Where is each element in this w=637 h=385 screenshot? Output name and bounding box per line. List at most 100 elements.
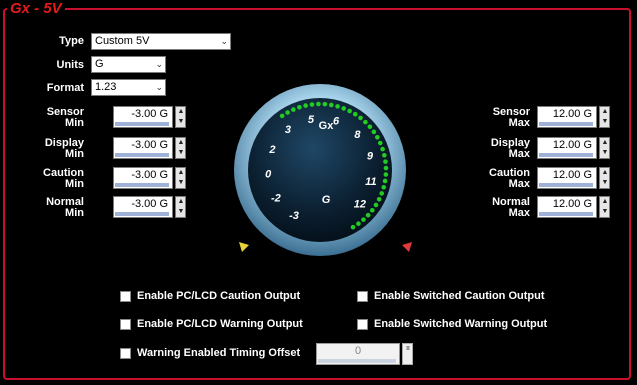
normal-min-label: Normal Min xyxy=(20,197,84,219)
gauge-led xyxy=(297,104,302,110)
gauge-led xyxy=(370,207,375,213)
arrow-up-icon[interactable]: ▲ xyxy=(177,107,185,117)
pc-lcd-caution-option[interactable]: Enable PC/LCD Caution Output xyxy=(120,290,300,302)
pc-lcd-warning-option[interactable]: Enable PC/LCD Warning Output xyxy=(120,318,303,330)
arrow-down-icon[interactable]: ▼ xyxy=(177,178,185,188)
normal-min-spin-buttons[interactable]: ▲ ▼ xyxy=(175,196,186,218)
gauge-led xyxy=(316,101,321,107)
arrow-up-icon[interactable]: ▲ xyxy=(601,197,609,207)
display-min-level-bar xyxy=(115,153,169,157)
units-label: Units xyxy=(56,59,85,71)
sensor-max-label-line2: Max xyxy=(508,117,530,129)
gauge-led xyxy=(382,178,388,184)
timing-offset-option[interactable]: Warning Enabled Timing Offset xyxy=(120,347,300,359)
gauge-led xyxy=(367,124,373,130)
gx-gauge: -3-20235 6891112 Gx G xyxy=(234,84,406,256)
units-dropdown[interactable]: G ⌄ xyxy=(91,56,166,73)
pc-lcd-caution-checkbox[interactable] xyxy=(120,290,131,302)
display-max-spinner[interactable]: 12.00 G ▲ ▼ xyxy=(537,137,610,159)
display-max-level-bar xyxy=(539,153,593,157)
arrow-down-icon[interactable]: ▼ xyxy=(601,178,609,188)
arrow-up-icon[interactable]: ▲ xyxy=(601,107,609,117)
gauge-tick-label: 9 xyxy=(367,151,374,163)
gauge-led xyxy=(350,224,356,230)
normal-max-spin-buttons[interactable]: ▲ ▼ xyxy=(599,196,610,218)
pc-lcd-warning-checkbox[interactable] xyxy=(120,318,131,330)
sensor-min-label: Sensor Min xyxy=(20,107,84,129)
gauge-led xyxy=(303,103,308,108)
normal-max-level-bar xyxy=(539,212,593,216)
display-max-spin-buttons[interactable]: ▲ ▼ xyxy=(599,137,610,159)
switched-warning-checkbox[interactable] xyxy=(357,318,368,330)
timing-offset-spin-buttons: ▲ ▼ xyxy=(402,343,413,365)
gauge-led xyxy=(382,152,387,158)
sensor-min-level-bar xyxy=(115,122,169,126)
gauge-led xyxy=(347,108,352,114)
sensor-min-label-line2: Min xyxy=(65,117,84,129)
display-min-label-line2: Min xyxy=(65,148,84,160)
gauge-led xyxy=(279,113,285,119)
display-max-label: Display Max xyxy=(460,138,530,160)
gauge-tick-label: -3 xyxy=(289,210,299,222)
normal-max-label-line2: Max xyxy=(508,207,530,219)
gauge-led xyxy=(379,191,385,196)
gauge-led xyxy=(380,146,385,152)
max-marker-icon xyxy=(402,242,412,252)
gauge-led xyxy=(377,140,383,146)
chevron-down-icon: ⌄ xyxy=(155,59,163,69)
type-dropdown[interactable]: Custom 5V ⌄ xyxy=(91,33,231,50)
normal-min-label-line2: Min xyxy=(65,207,84,219)
gauge-name: Gx xyxy=(319,120,335,132)
type-label: Type xyxy=(59,35,84,47)
display-min-label: Display Min xyxy=(20,138,84,160)
gauge-tick-label: 3 xyxy=(285,124,291,136)
arrow-down-icon[interactable]: ▼ xyxy=(601,117,609,127)
caution-min-label: Caution Min xyxy=(20,168,84,190)
gauge-led xyxy=(363,119,368,125)
caution-min-spin-buttons[interactable]: ▲ ▼ xyxy=(175,167,186,189)
display-min-spinner[interactable]: -3.00 G ▲ ▼ xyxy=(113,137,186,159)
switched-caution-option[interactable]: Enable Switched Caution Output xyxy=(357,290,545,302)
units-value: G xyxy=(95,58,104,70)
caution-max-spin-buttons[interactable]: ▲ ▼ xyxy=(599,167,610,189)
gauge-led xyxy=(373,202,379,208)
format-label: Format xyxy=(46,82,84,94)
gauge-led xyxy=(358,115,363,121)
arrow-up-icon[interactable]: ▲ xyxy=(177,197,185,207)
sensor-max-spin-buttons[interactable]: ▲ ▼ xyxy=(599,106,610,128)
normal-min-spinner[interactable]: -3.00 G ▲ ▼ xyxy=(113,196,186,218)
gauge-tick-label: 6 xyxy=(333,116,340,128)
switched-warning-option[interactable]: Enable Switched Warning Output xyxy=(357,318,547,330)
caution-max-spinner[interactable]: 12.00 G ▲ ▼ xyxy=(537,167,610,189)
format-dropdown[interactable]: 1.23 ⌄ xyxy=(91,79,166,96)
gauge-led xyxy=(383,172,389,177)
timing-offset-label: Warning Enabled Timing Offset xyxy=(137,347,301,359)
display-min-spin-buttons[interactable]: ▲ ▼ xyxy=(175,137,186,159)
sensor-max-label: Sensor Max xyxy=(460,107,530,129)
gauge-led xyxy=(285,110,290,115)
switched-caution-checkbox[interactable] xyxy=(357,290,368,302)
gauge-tick-label: 12 xyxy=(354,198,366,210)
arrow-down-icon: ▼ xyxy=(404,345,412,352)
min-marker-icon xyxy=(239,242,249,252)
arrow-down-icon[interactable]: ▼ xyxy=(601,148,609,158)
arrow-down-icon[interactable]: ▼ xyxy=(601,207,609,217)
normal-max-label: Normal Max xyxy=(460,197,530,219)
sensor-min-spin-buttons[interactable]: ▲ ▼ xyxy=(175,106,186,128)
arrow-up-icon[interactable]: ▲ xyxy=(601,168,609,178)
caution-min-spinner[interactable]: -3.00 G ▲ ▼ xyxy=(113,167,186,189)
arrow-down-icon[interactable]: ▼ xyxy=(177,207,185,217)
arrow-up-icon[interactable]: ▲ xyxy=(177,168,185,178)
arrow-up-icon[interactable]: ▲ xyxy=(177,138,185,148)
timing-offset-checkbox[interactable] xyxy=(120,347,131,359)
sensor-max-spinner[interactable]: 12.00 G ▲ ▼ xyxy=(537,106,610,128)
gauge-led xyxy=(365,212,371,218)
gauge-led xyxy=(309,102,315,107)
arrow-down-icon[interactable]: ▼ xyxy=(177,148,185,158)
chevron-down-icon: ⌄ xyxy=(220,36,228,46)
normal-max-spinner[interactable]: 12.00 G ▲ ▼ xyxy=(537,196,610,218)
arrow-down-icon[interactable]: ▼ xyxy=(177,117,185,127)
gauge-tick-label: 8 xyxy=(354,129,361,141)
sensor-min-spinner[interactable]: -3.00 G ▲ ▼ xyxy=(113,106,186,128)
arrow-up-icon[interactable]: ▲ xyxy=(601,138,609,148)
